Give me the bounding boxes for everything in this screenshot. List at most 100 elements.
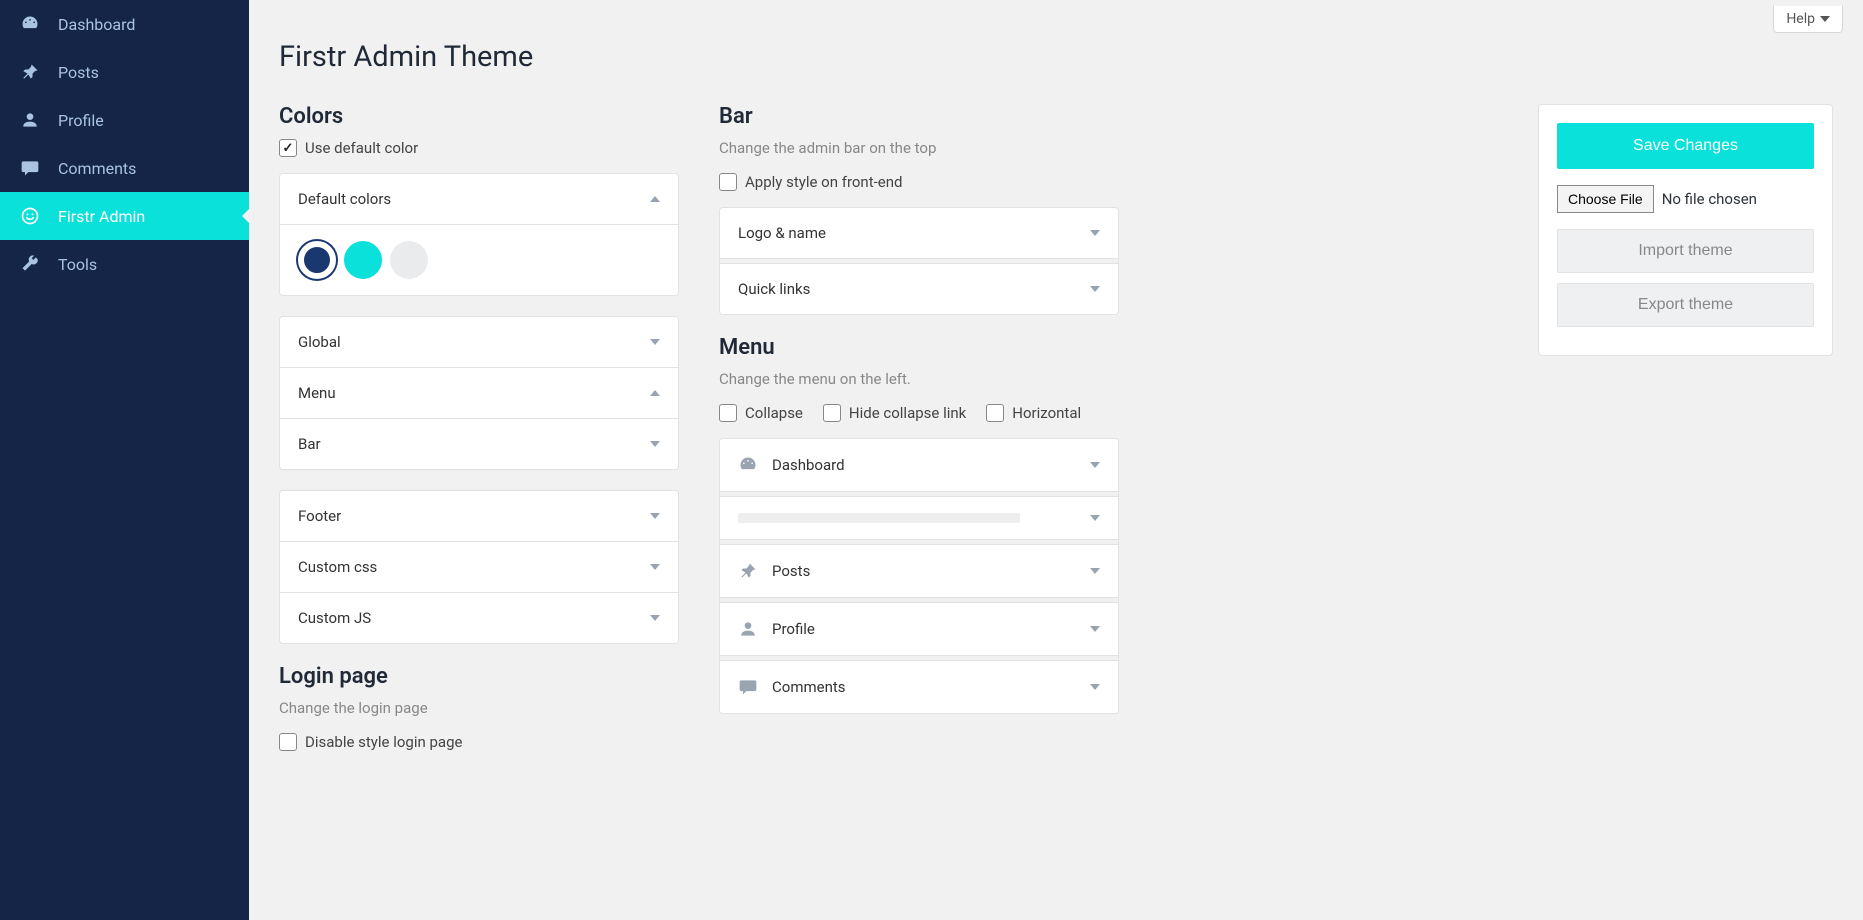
panel-label: Dashboard [772, 456, 845, 474]
panel-label: Quick links [738, 280, 810, 298]
chevron-down-icon [650, 511, 660, 521]
empty-bar [738, 513, 1020, 523]
panel-custom-css[interactable]: Custom css [280, 541, 678, 592]
sidebar-item-posts[interactable]: Posts [0, 48, 249, 96]
chevron-down-icon [650, 562, 660, 572]
chevron-down-icon [1090, 228, 1100, 238]
chevron-down-icon [650, 613, 660, 623]
sidebar-item-label: Comments [58, 159, 136, 178]
chevron-down-icon [1090, 460, 1100, 470]
color-swatch-teal[interactable] [344, 241, 382, 279]
actions-panel: Save Changes Choose File No file chosen … [1538, 104, 1833, 356]
panel-label: Bar [298, 435, 321, 453]
menu-items-panels: Dashboard Posts [719, 438, 1119, 714]
color-swatch-grey[interactable] [390, 241, 428, 279]
use-default-color-label: Use default color [305, 139, 418, 157]
chevron-up-icon [650, 388, 660, 398]
page-title: Firstr Admin Theme [279, 40, 1833, 74]
import-theme-button[interactable]: Import theme [1557, 229, 1814, 273]
panel-label: Footer [298, 507, 341, 525]
colors-heading: Colors [279, 104, 679, 129]
sidebar-item-label: Dashboard [58, 15, 135, 34]
horizontal-checkbox[interactable] [986, 404, 1004, 422]
colors-panels-1: Global Menu Bar [279, 316, 679, 470]
sidebar-item-label: Posts [58, 63, 99, 82]
pin-icon [20, 62, 40, 82]
bar-heading: Bar [719, 104, 1119, 129]
tachometer-icon [738, 455, 758, 475]
sidebar-item-profile[interactable]: Profile [0, 96, 249, 144]
menu-item-comments[interactable]: Comments [720, 661, 1118, 713]
color-swatch-navy[interactable] [298, 241, 336, 279]
default-colors-content [280, 224, 678, 295]
chevron-down-icon [1090, 513, 1100, 523]
colors-panels-2: Footer Custom css Custom JS [279, 490, 679, 644]
sidebar-item-firstr-admin[interactable]: Firstr Admin [0, 192, 249, 240]
default-colors-header[interactable]: Default colors [280, 174, 678, 224]
bar-subtext: Change the admin bar on the top [719, 139, 1119, 157]
hide-collapse-checkbox[interactable] [823, 404, 841, 422]
tachometer-icon [20, 14, 40, 34]
sidebar-item-tools[interactable]: Tools [0, 240, 249, 288]
wrench-icon [20, 254, 40, 274]
user-icon [20, 110, 40, 130]
comment-icon [738, 677, 758, 697]
chevron-down-icon [650, 439, 660, 449]
menu-item-posts[interactable]: Posts [720, 545, 1118, 597]
menu-subtext: Change the menu on the left. [719, 370, 1119, 388]
collapse-label: Collapse [745, 404, 803, 422]
help-label: Help [1786, 11, 1815, 27]
chevron-up-icon [650, 194, 660, 204]
panel-logo-name[interactable]: Logo & name [720, 208, 1118, 258]
sidebar-item-comments[interactable]: Comments [0, 144, 249, 192]
sidebar-item-label: Profile [58, 111, 104, 130]
collapse-checkbox[interactable] [719, 404, 737, 422]
panel-custom-js[interactable]: Custom JS [280, 592, 678, 643]
main-content: Help Firstr Admin Theme Colors Use defau… [249, 0, 1863, 920]
sidebar-item-dashboard[interactable]: Dashboard [0, 0, 249, 48]
smiley-icon [20, 206, 40, 226]
hide-collapse-label: Hide collapse link [849, 404, 966, 422]
pin-icon [738, 561, 758, 581]
panel-label: Comments [772, 678, 846, 696]
panel-quick-links[interactable]: Quick links [720, 264, 1118, 314]
apply-frontend-checkbox[interactable] [719, 173, 737, 191]
panel-label: Global [298, 333, 341, 351]
panel-label: Default colors [298, 190, 391, 208]
chevron-down-icon [1090, 566, 1100, 576]
panel-menu[interactable]: Menu [280, 367, 678, 418]
chevron-down-icon [1090, 682, 1100, 692]
menu-heading: Menu [719, 335, 1119, 360]
chevron-down-icon [1090, 284, 1100, 294]
use-default-color-checkbox[interactable] [279, 139, 297, 157]
bar-panels: Logo & name Quick links [719, 207, 1119, 315]
panel-label: Logo & name [738, 224, 826, 242]
comment-icon [20, 158, 40, 178]
chevron-down-icon [1820, 14, 1830, 24]
disable-login-checkbox[interactable] [279, 733, 297, 751]
menu-item-dashboard[interactable]: Dashboard [720, 439, 1118, 491]
no-file-label: No file chosen [1662, 190, 1757, 208]
menu-item-profile[interactable]: Profile [720, 603, 1118, 655]
panel-bar[interactable]: Bar [280, 418, 678, 469]
chevron-down-icon [650, 337, 660, 347]
horizontal-label: Horizontal [1012, 404, 1081, 422]
choose-file-button[interactable]: Choose File [1557, 185, 1654, 213]
export-theme-button[interactable]: Export theme [1557, 283, 1814, 327]
sidebar: Dashboard Posts Profile Comments Firstr … [0, 0, 249, 920]
panel-label: Custom JS [298, 609, 371, 627]
login-subtext: Change the login page [279, 699, 679, 717]
user-icon [738, 619, 758, 639]
panel-label: Posts [772, 562, 810, 580]
sidebar-item-label: Tools [58, 255, 97, 274]
panel-global[interactable]: Global [280, 317, 678, 367]
save-changes-button[interactable]: Save Changes [1557, 123, 1814, 169]
disable-login-label: Disable style login page [305, 733, 462, 751]
menu-item-separator[interactable] [720, 497, 1118, 539]
panel-footer[interactable]: Footer [280, 491, 678, 541]
help-tab[interactable]: Help [1773, 6, 1843, 33]
apply-frontend-label: Apply style on front-end [745, 173, 902, 191]
panel-label: Custom css [298, 558, 377, 576]
panel-label: Menu [298, 384, 336, 402]
login-heading: Login page [279, 664, 679, 689]
